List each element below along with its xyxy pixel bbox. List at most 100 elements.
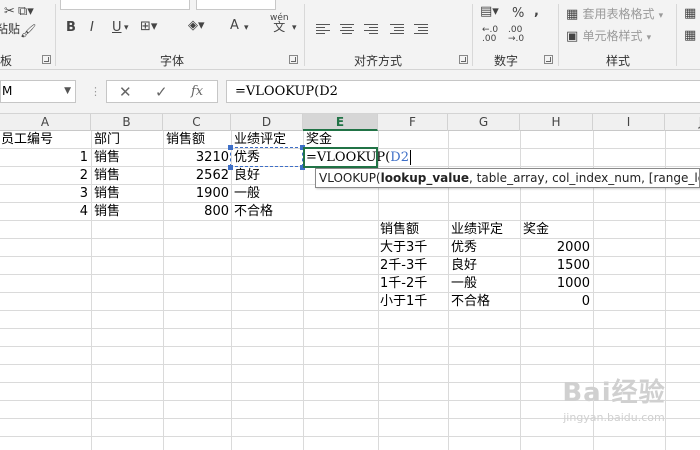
range-handle[interactable] [228,145,233,150]
sales-cell[interactable]: 800 [163,203,229,221]
font-group-label: 字体 [160,54,185,68]
cell-styles-button[interactable]: ▣ 单元格样式 ▾ [566,28,651,46]
lookup-header-sales[interactable]: 销售额 [380,221,419,239]
lookup-sales-cell[interactable]: 2千-3千 [380,257,427,275]
lookup-rating-cell[interactable]: 优秀 [451,239,477,257]
increase-indent-icon[interactable] [414,24,428,36]
lookup-rating-cell[interactable]: 良好 [451,257,477,275]
column-header-a[interactable]: A [0,114,91,131]
employee-id-cell[interactable]: 2 [0,167,88,185]
phonetic-char: 文 [273,20,286,34]
lookup-sales-cell[interactable]: 大于3千 [380,239,427,257]
lookup-rating-cell[interactable]: 一般 [451,275,477,293]
column-header-e[interactable]: E [303,114,378,131]
column-header-f[interactable]: F [378,114,448,131]
format-as-table-button[interactable]: ▦ 套用表格格式 ▾ [566,6,663,24]
column-header-g[interactable]: G [448,114,520,131]
header-employee-id[interactable]: 员工编号 [1,131,53,149]
ribbon-separator [55,4,56,66]
department-cell[interactable]: 销售 [94,149,120,167]
department-cell[interactable]: 销售 [94,185,120,203]
align-left-icon[interactable] [316,24,330,36]
underline-dropdown-icon[interactable]: ▾ [124,20,129,36]
header-sales[interactable]: 销售额 [166,131,205,149]
sales-cell[interactable]: 1900 [163,185,229,203]
ribbon-separator [676,4,677,66]
chevron-down-icon[interactable]: ▼ [64,81,71,102]
name-box[interactable]: M ▼ [0,80,76,103]
font-name-box[interactable] [60,0,190,10]
phonetic-guide-button[interactable]: wén 文 [270,14,289,34]
gridline-v [231,131,232,450]
rating-cell[interactable]: 不合格 [234,203,273,221]
lookup-sales-cell[interactable]: 1千-2千 [380,275,427,293]
format-painter-icon[interactable]: 🖌 [20,24,37,40]
column-header-i[interactable]: I [593,114,665,131]
sales-cell[interactable]: 3210 [163,149,229,167]
cancel-button[interactable]: ✕ [119,83,132,101]
lookup-bonus-cell[interactable]: 1000 [520,275,590,293]
formula-input[interactable]: =VLOOKUP(D2 [226,80,700,103]
lookup-bonus-cell[interactable]: 1500 [520,257,590,275]
column-header-b[interactable]: B [91,114,163,131]
column-header-d[interactable]: D [231,114,303,131]
insert-cells-icon[interactable]: ▦ [684,6,696,22]
align-right-icon[interactable] [364,24,378,36]
copy-icon[interactable]: ⧉▾ [18,4,34,20]
decrease-decimal-icon[interactable]: .00 →.0 [508,26,524,44]
column-header-c[interactable]: C [163,114,231,131]
lookup-header-bonus[interactable]: 奖金 [523,221,549,239]
lookup-sales-cell[interactable]: 小于1千 [380,293,427,311]
column-header-row: A B C D E F G H I J [0,114,700,131]
font-size-box[interactable] [196,0,276,10]
clipboard-launcher-icon[interactable] [42,55,51,64]
lookup-bonus-cell[interactable]: 0 [520,293,590,311]
border-icon[interactable]: ⊞▾ [140,19,157,35]
font-launcher-icon[interactable] [289,55,298,64]
range-handle[interactable] [228,165,233,170]
cut-icon[interactable]: ✂ [4,4,15,20]
lookup-bonus-cell[interactable]: 2000 [520,239,590,257]
increase-decimal-icon[interactable]: ←.0.00 [482,26,498,44]
insert-function-button[interactable]: fx [191,83,203,101]
gridline-v [303,131,304,450]
employee-id-cell[interactable]: 1 [0,149,88,167]
percent-button[interactable]: % [512,6,524,22]
phonetic-dropdown-icon[interactable]: ▾ [292,20,297,36]
function-argument-tooltip[interactable]: VLOOKUP(lookup_value, table_array, col_i… [315,168,700,188]
enter-button[interactable]: ✓ [155,83,168,101]
decrease-indent-icon[interactable] [390,24,404,36]
gridline-h [0,328,700,329]
tooltip-current-arg[interactable]: lookup_value [381,171,469,185]
clipboard-group-label: 剪贴板 [0,54,13,68]
sales-cell[interactable]: 2562 [163,167,229,185]
font-color-button[interactable]: A [230,18,239,34]
employee-id-cell[interactable]: 3 [0,185,88,203]
delete-cells-icon[interactable]: ▦ [684,28,696,44]
bold-button[interactable]: B [66,20,76,36]
column-header-h[interactable]: H [520,114,593,131]
department-cell[interactable]: 销售 [94,167,120,185]
accounting-format-icon[interactable]: ▤▾ [480,4,499,20]
alignment-launcher-icon[interactable] [459,55,468,64]
column-header-j[interactable]: J [665,114,700,131]
underline-button[interactable]: U [112,20,122,36]
lookup-header-rating[interactable]: 业绩评定 [451,221,503,239]
clipboard-paste-label[interactable]: 粘贴 [0,20,20,37]
header-department[interactable]: 部门 [94,131,120,149]
chevron-down-icon: ▾ [658,11,664,21]
name-box-value: M [2,84,13,98]
font-color-dropdown-icon[interactable]: ▾ [244,20,249,36]
employee-id-cell[interactable]: 4 [0,203,88,221]
ribbon-separator [472,4,473,66]
rating-cell[interactable]: 良好 [234,167,260,185]
department-cell[interactable]: 销售 [94,203,120,221]
comma-style-button[interactable]: , [534,4,539,20]
number-launcher-icon[interactable] [544,55,553,64]
gridline-h [0,346,700,347]
lookup-rating-cell[interactable]: 不合格 [451,293,490,311]
align-center-icon[interactable] [340,24,354,36]
rating-cell[interactable]: 一般 [234,185,260,203]
fill-color-icon[interactable]: ◈▾ [188,18,205,34]
italic-button[interactable]: I [90,20,94,36]
